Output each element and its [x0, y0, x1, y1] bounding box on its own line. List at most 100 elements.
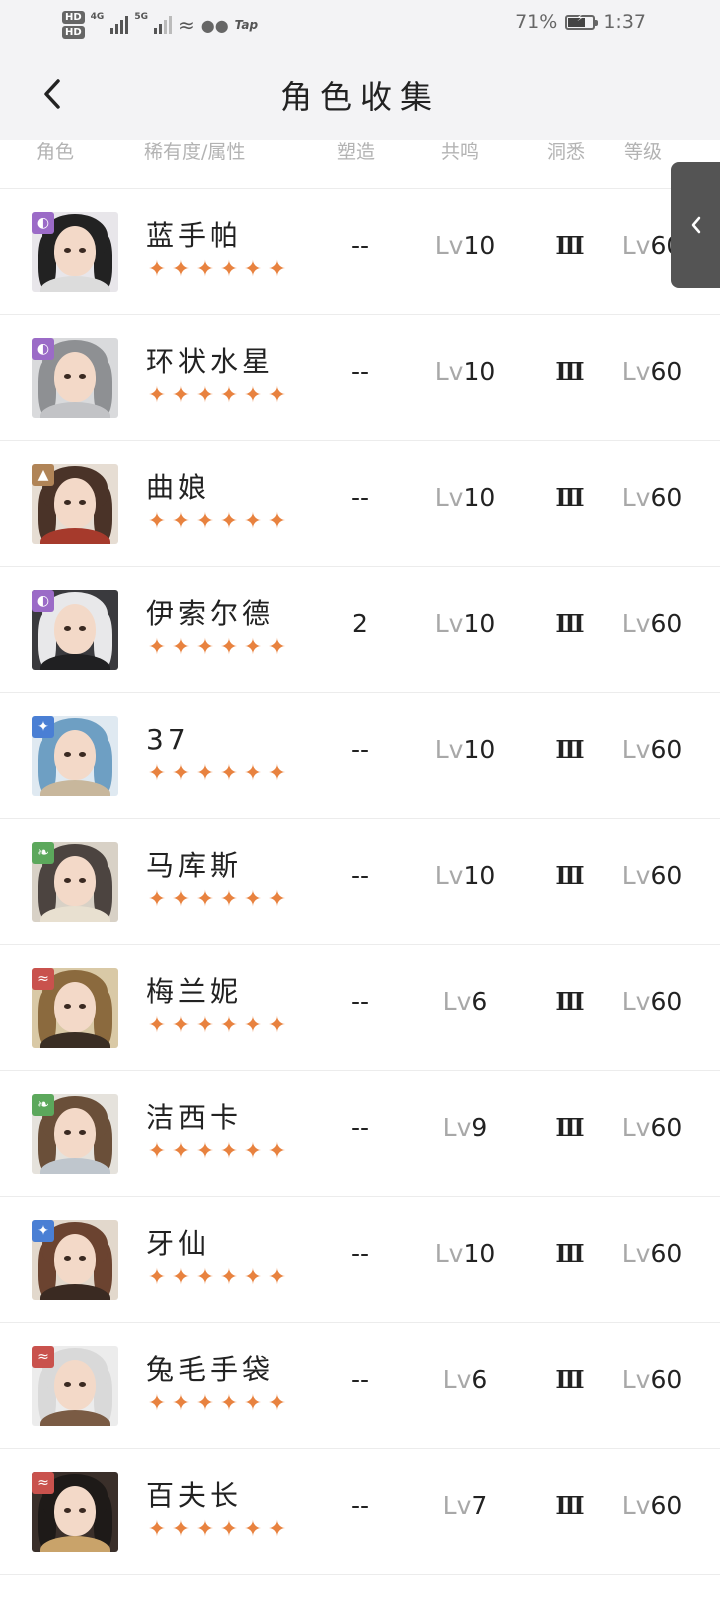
star-icon: ✦ — [195, 509, 215, 534]
star-icon: ✦ — [195, 1013, 215, 1038]
swirl-icon: ◐ — [32, 590, 54, 612]
character-row[interactable]: ≈ 梅兰妮 ✦ ✦ ✦ ✦ ✦ ✦ -- Lv6 Ⅲ Lv60 — [0, 945, 720, 1071]
star-icon: ✦ — [195, 635, 215, 660]
level-value: Lv60 — [621, 987, 683, 1016]
star-icon: ✦ — [219, 509, 239, 534]
star-icon: ✦ — [243, 383, 263, 408]
character-name: 百夫长 — [146, 1479, 243, 1512]
rarity-stars: ✦ ✦ ✦ ✦ ✦ ✦ — [146, 1267, 288, 1289]
column-header-role: 角色 — [36, 141, 75, 163]
signal-icon-1 — [110, 16, 129, 34]
star-icon: ✦ — [195, 1517, 215, 1542]
star-icon: ✦ — [219, 1013, 239, 1038]
rarity-stars: ✦ ✦ ✦ ✦ ✦ ✦ — [146, 763, 288, 785]
shaping-value: -- — [350, 735, 370, 764]
table-header: 角色 稀有度/属性 塑造 共鸣 洞悉 等级 — [0, 140, 720, 189]
character-row[interactable]: ▲ 曲娘 ✦ ✦ ✦ ✦ ✦ ✦ -- Lv10 Ⅲ Lv60 — [0, 441, 720, 567]
star-icon: ✦ — [267, 1013, 287, 1038]
insight-value: Ⅲ — [555, 1365, 585, 1394]
character-name: 牙仙 — [146, 1227, 211, 1260]
star-icon: ✦ — [195, 887, 215, 912]
resonance-value: Lv10 — [434, 483, 496, 512]
star-icon: ✦ — [267, 1391, 287, 1416]
level-value: Lv60 — [621, 1113, 683, 1142]
resonance-value: Lv10 — [434, 861, 496, 890]
signal-icon-2 — [153, 16, 172, 34]
star-icon: ✦ — [243, 257, 263, 282]
star-icon: ✦ — [171, 761, 191, 786]
star-icon: ✦ — [147, 1517, 167, 1542]
star-icon: ✦ — [171, 257, 191, 282]
shaping-value: -- — [350, 1113, 370, 1142]
star-icon: ✦ — [243, 1265, 263, 1290]
character-name: 伊索尔德 — [146, 597, 275, 630]
insight-value: Ⅲ — [555, 1239, 585, 1268]
swirl-icon: ◐ — [32, 212, 54, 234]
leaf-icon: ❧ — [32, 842, 54, 864]
star-icon: ✦ — [267, 1517, 287, 1542]
star-icon: ✦ — [171, 887, 191, 912]
star-icon: ✦ — [219, 635, 239, 660]
resonance-value: Lv10 — [434, 1239, 496, 1268]
star-icon: ✦ — [267, 509, 287, 534]
star-icon: ✦ — [219, 257, 239, 282]
swirl-icon: ◐ — [32, 338, 54, 360]
character-row[interactable]: ❧ 马库斯 ✦ ✦ ✦ ✦ ✦ ✦ -- Lv10 Ⅲ Lv60 — [0, 819, 720, 945]
star-icon: ✦ — [171, 1013, 191, 1038]
rarity-stars: ✦ ✦ ✦ ✦ ✦ ✦ — [146, 385, 288, 407]
character-list: ◐ 蓝手帕 ✦ ✦ ✦ ✦ ✦ ✦ -- Lv10 Ⅲ Lv60 ◐ 环状水星 ✦ ✦ ✦ ✦ ✦… — [0, 189, 720, 1575]
character-row[interactable]: ◐ 蓝手帕 ✦ ✦ ✦ ✦ ✦ ✦ -- Lv10 Ⅲ Lv60 — [0, 189, 720, 315]
side-drawer-toggle[interactable] — [671, 162, 720, 288]
star-icon: ✦ — [219, 1265, 239, 1290]
star-icon: ✦ — [195, 1265, 215, 1290]
column-header-resonance: 共鸣 — [441, 141, 480, 163]
rarity-stars: ✦ ✦ ✦ ✦ ✦ ✦ — [146, 511, 288, 533]
character-name: 洁西卡 — [146, 1101, 243, 1134]
hd-voice-icon-2: HD — [62, 26, 85, 39]
character-row[interactable]: ✦ 牙仙 ✦ ✦ ✦ ✦ ✦ ✦ -- Lv10 Ⅲ Lv60 — [0, 1197, 720, 1323]
level-value: Lv60 — [621, 735, 683, 764]
star-icon: ✦ — [267, 383, 287, 408]
column-header-level: 等级 — [624, 141, 663, 163]
star-icon: ✦ — [195, 1391, 215, 1416]
level-value: Lv60 — [621, 1491, 683, 1520]
rarity-stars: ✦ ✦ ✦ ✦ ✦ ✦ — [146, 1015, 288, 1037]
network-4g-label: 4G — [90, 12, 105, 22]
character-row[interactable]: ❧ 洁西卡 ✦ ✦ ✦ ✦ ✦ ✦ -- Lv9 Ⅲ Lv60 — [0, 1071, 720, 1197]
star-icon: ✦ — [171, 509, 191, 534]
star-icon: ✦ — [147, 887, 167, 912]
status-icons-right: 71% ⚡ 1:37 — [515, 11, 646, 33]
star-icon: ✦ — [243, 1139, 263, 1164]
rarity-stars: ✦ ✦ ✦ ✦ ✦ ✦ — [146, 1141, 288, 1163]
star-icon: ✦ — [171, 1265, 191, 1290]
rarity-stars: ✦ ✦ ✦ ✦ ✦ ✦ — [146, 1519, 288, 1541]
insight-value: Ⅲ — [555, 1113, 585, 1142]
resonance-value: Lv6 — [442, 987, 488, 1016]
resonance-value: Lv6 — [442, 1365, 488, 1394]
nav-bar: 角色收集 — [0, 48, 720, 143]
flame-icon: ≈ — [32, 968, 54, 990]
character-row[interactable]: ≈ 百夫长 ✦ ✦ ✦ ✦ ✦ ✦ -- Lv7 Ⅲ Lv60 — [0, 1449, 720, 1575]
star-icon: ✦ — [243, 887, 263, 912]
shaping-value: -- — [350, 1239, 370, 1268]
character-name: 37 — [146, 723, 190, 756]
shaping-value: -- — [350, 483, 370, 512]
star-icon: ✦ — [219, 761, 239, 786]
wechat-icon: ●● — [200, 15, 229, 35]
star-burst-icon: ✦ — [32, 1220, 54, 1242]
character-name: 梅兰妮 — [146, 975, 243, 1008]
star-icon: ✦ — [243, 635, 263, 660]
character-row[interactable]: ◐ 环状水星 ✦ ✦ ✦ ✦ ✦ ✦ -- Lv10 Ⅲ Lv60 — [0, 315, 720, 441]
battery-percent: 71% — [515, 11, 558, 33]
star-icon: ✦ — [267, 887, 287, 912]
star-icon: ✦ — [219, 1391, 239, 1416]
character-name: 蓝手帕 — [146, 219, 243, 252]
page-title: 角色收集 — [279, 78, 440, 116]
star-icon: ✦ — [243, 509, 263, 534]
column-header-insight: 洞悉 — [547, 141, 586, 163]
star-icon: ✦ — [267, 1265, 287, 1290]
character-row[interactable]: ✦ 37 ✦ ✦ ✦ ✦ ✦ ✦ -- Lv10 Ⅲ Lv60 — [0, 693, 720, 819]
character-row[interactable]: ◐ 伊索尔德 ✦ ✦ ✦ ✦ ✦ ✦ 2 Lv10 Ⅲ Lv60 — [0, 567, 720, 693]
character-name: 曲娘 — [146, 471, 211, 504]
character-row[interactable]: ≈ 兔毛手袋 ✦ ✦ ✦ ✦ ✦ ✦ -- Lv6 Ⅲ Lv60 — [0, 1323, 720, 1449]
